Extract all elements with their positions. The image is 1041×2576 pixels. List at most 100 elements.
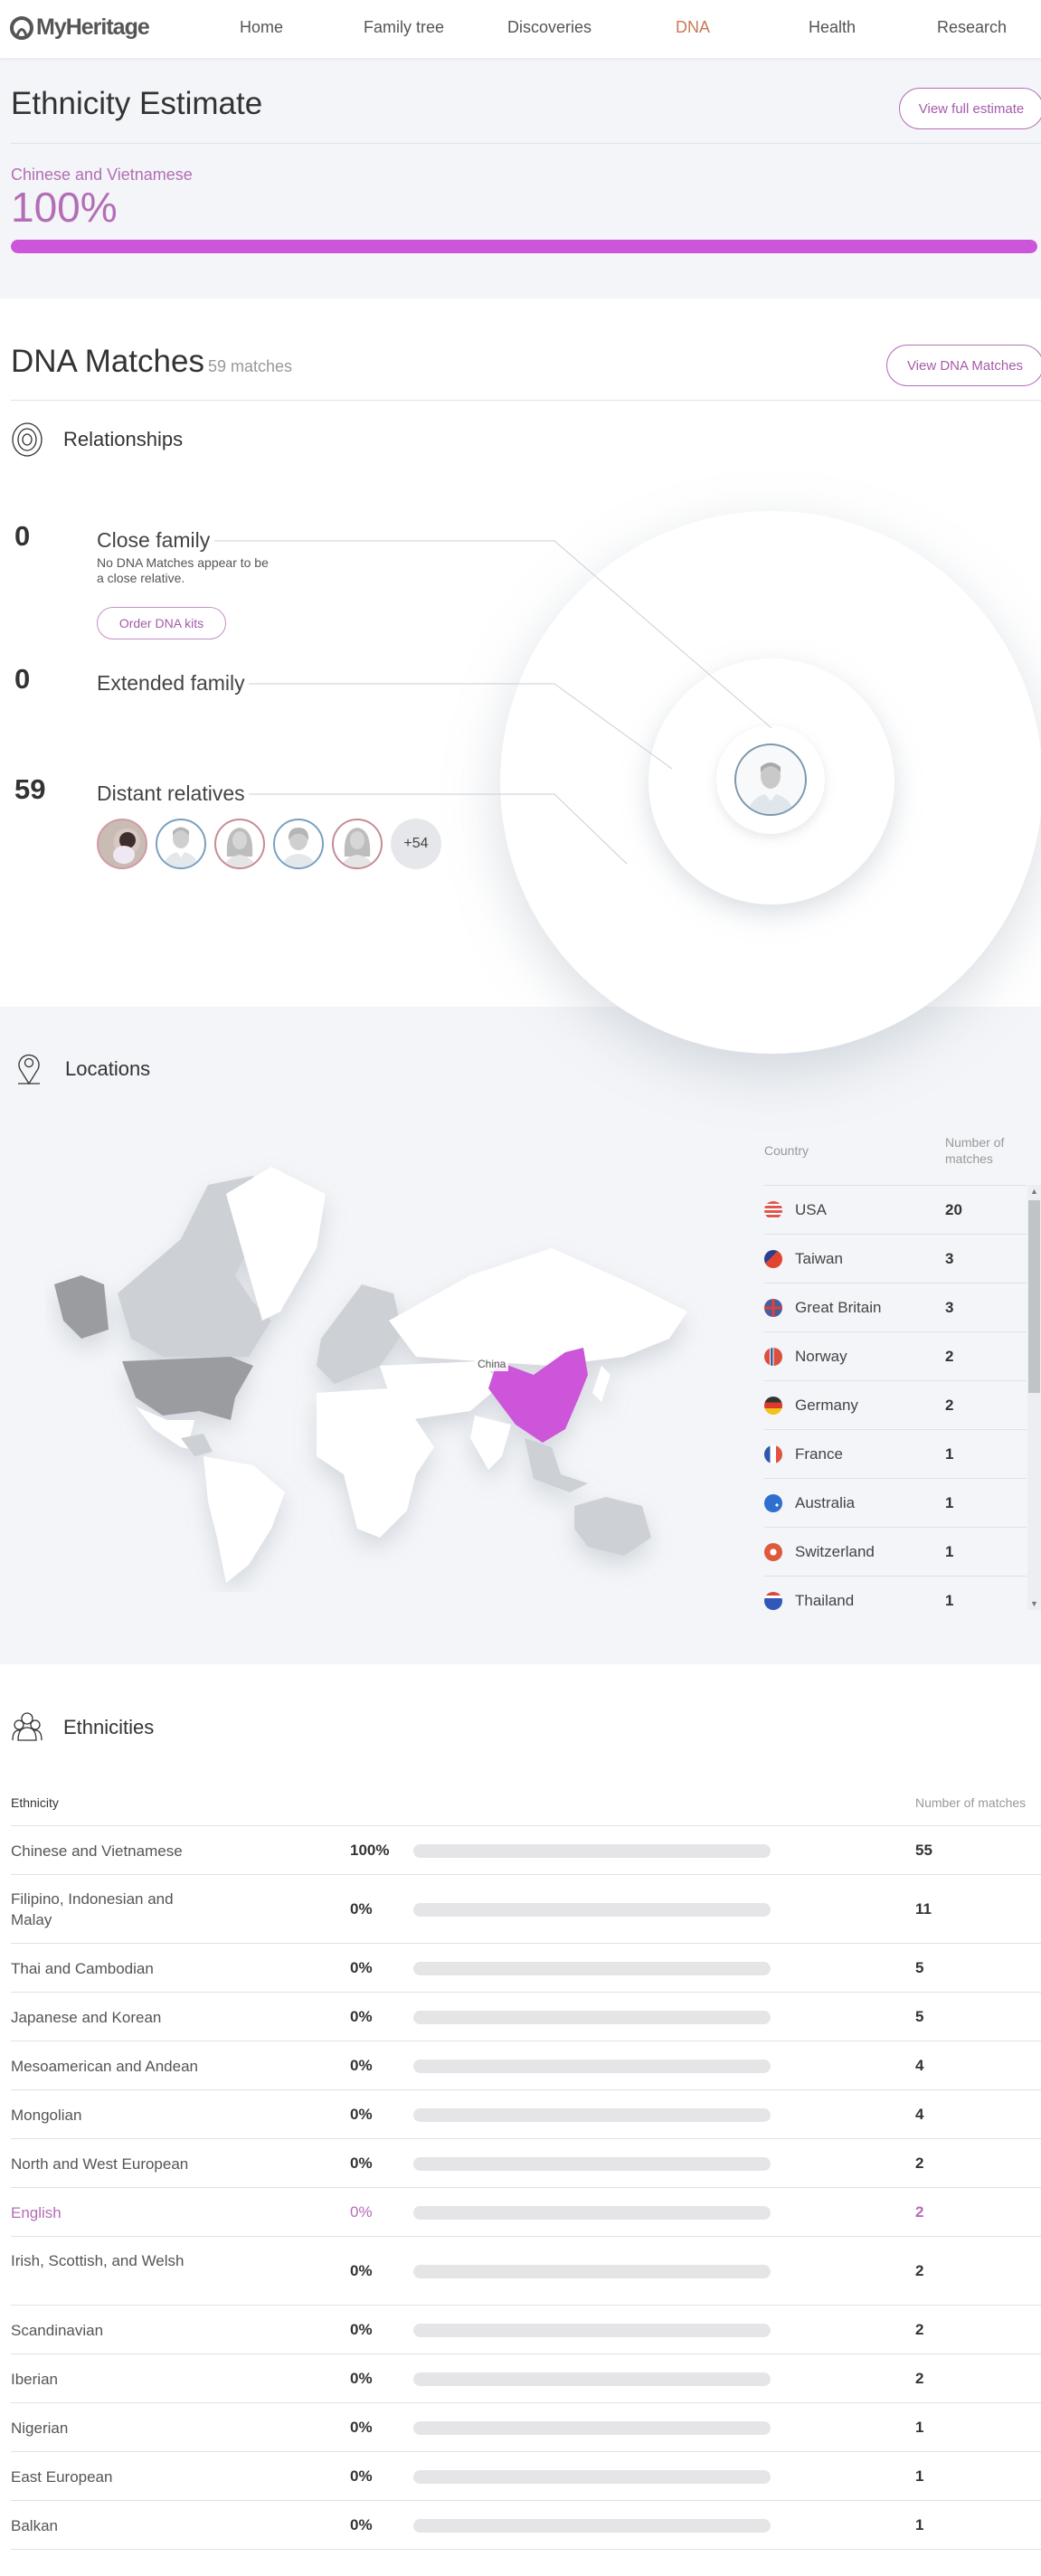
ethnicity-match-count: 4: [915, 2106, 924, 2123]
match-avatar[interactable]: [273, 819, 324, 869]
male-silhouette-icon: [163, 827, 199, 867]
location-count: 3: [945, 1249, 954, 1267]
location-row[interactable]: Norway 2: [764, 1331, 1027, 1380]
location-row[interactable]: Thailand 1: [764, 1576, 1027, 1619]
location-row[interactable]: USA 20: [764, 1185, 1027, 1234]
location-row[interactable]: Australia 1: [764, 1478, 1027, 1527]
dna-matches-title: DNA Matches 59 matches: [11, 344, 292, 380]
location-country: Thailand: [795, 1591, 855, 1609]
australia-flag-icon: [764, 1493, 782, 1512]
ethnicity-name: Filipino, Indonesian and Malay: [11, 1890, 174, 1928]
ethnicity-match-count: 1: [915, 2467, 924, 2485]
distant-relatives-avatars: +54: [97, 819, 441, 869]
ethnicity-percent: 0%: [350, 2467, 373, 2485]
ethnicity-name: Mongolian: [11, 2106, 82, 2124]
ethnicity-row[interactable]: Thai and Cambodian 0% 5: [11, 1943, 1041, 1992]
people-group-icon: [12, 1712, 43, 1741]
ethnicity-match-count: 2: [915, 2155, 924, 2172]
map-tooltip-china: China: [475, 1357, 509, 1371]
ethnicity-percent: 0%: [350, 2516, 373, 2533]
ethnicity-row[interactable]: Irish, Scottish, and Welsh 0% 2: [11, 2236, 1041, 2305]
ethnicity-bar: [413, 2157, 771, 2171]
match-avatar[interactable]: [97, 819, 147, 869]
column-header-ethnicity: Ethnicity: [11, 1795, 59, 1810]
scrollbar-thumb[interactable]: [1028, 1200, 1040, 1393]
ethnicity-row[interactable]: North and West European 0% 2: [11, 2138, 1041, 2187]
nav-discoveries[interactable]: Discoveries: [507, 18, 591, 37]
match-avatar[interactable]: [332, 819, 383, 869]
myheritage-logo[interactable]: MyHeritage: [10, 14, 150, 41]
match-avatar[interactable]: [156, 819, 206, 869]
locations-scrollbar[interactable]: ▲ ▼: [1027, 1185, 1041, 1610]
match-avatar[interactable]: [214, 819, 265, 869]
ethnicity-percent: 100%: [350, 1842, 390, 1859]
location-row[interactable]: Great Britain 3: [764, 1283, 1027, 1331]
nav-research[interactable]: Research: [937, 18, 1007, 37]
ethnicity-percent: 0%: [350, 1959, 373, 1976]
map-region-australia: [574, 1497, 651, 1556]
extended-family-label[interactable]: Extended family: [97, 671, 245, 696]
ethnicity-bar: [413, 2060, 771, 2073]
ethnicity-name: Irish, Scottish, and Welsh: [11, 2252, 185, 2269]
ethnicity-row[interactable]: Chinese and Vietnamese 100% 55: [11, 1825, 1041, 1874]
more-matches-badge[interactable]: +54: [391, 819, 441, 869]
ethnicity-row[interactable]: Balkan 0% 1: [11, 2500, 1041, 2549]
view-full-estimate-button[interactable]: View full estimate: [899, 88, 1041, 129]
taiwan-flag-icon: [764, 1249, 782, 1268]
scroll-up-arrow-icon[interactable]: ▲: [1030, 1187, 1038, 1196]
ethnicity-row[interactable]: Nigerian 0% 1: [11, 2402, 1041, 2451]
ethnicity-row[interactable]: East European 0% 1: [11, 2451, 1041, 2500]
ethnicity-match-count: 2: [915, 2370, 924, 2387]
dna-matches-count: 59 matches: [207, 357, 293, 375]
ethnicity-row[interactable]: Filipino, Indonesian and Malay 0% 11: [11, 1874, 1041, 1943]
divider: [11, 143, 1041, 144]
germany-flag-icon: [764, 1396, 782, 1415]
location-row[interactable]: Switzerland 1: [764, 1527, 1027, 1576]
boy-silhouette-icon: [281, 828, 316, 867]
france-flag-icon: [764, 1444, 782, 1463]
ethnicity-bar: [413, 1962, 771, 1975]
locations-title: Locations: [65, 1057, 151, 1080]
ethnicity-row[interactable]: English 0% 2: [11, 2187, 1041, 2236]
ethnicity-percent: 0%: [350, 2262, 373, 2279]
location-row[interactable]: France 1: [764, 1429, 1027, 1478]
column-header-number-of-matches: Number of matches: [945, 1135, 1005, 1166]
ethnicity-match-count: 2: [915, 2262, 924, 2279]
column-header-number-of-matches: Number of matches: [915, 1795, 1027, 1810]
ethnicity-name: Thai and Cambodian: [11, 1959, 154, 1977]
nav-home[interactable]: Home: [240, 18, 283, 37]
scroll-down-arrow-icon[interactable]: ▼: [1030, 1599, 1038, 1608]
world-map[interactable]: [45, 1149, 733, 1592]
ethnicity-row[interactable]: Japanese and Korean 0% 5: [11, 1992, 1041, 2041]
location-row[interactable]: Taiwan 3: [764, 1234, 1027, 1283]
ethnicity-name: North and West European: [11, 2155, 189, 2173]
distant-relatives-label[interactable]: Distant relatives: [97, 781, 245, 806]
ethnicity-percent: 0%: [350, 2106, 373, 2123]
ethnicity-name: English: [11, 2203, 62, 2221]
ethnicity-row[interactable]: Mesoamerican and Andean 0% 4: [11, 2041, 1041, 2089]
ethnicities-table-body: Chinese and Vietnamese 100% 55 Filipino, In…: [11, 1825, 1041, 2550]
nav-family-tree[interactable]: Family tree: [364, 18, 444, 37]
dna-matches-title-text: DNA Matches: [11, 344, 204, 379]
nav-dna[interactable]: DNA: [676, 18, 710, 37]
nav-health[interactable]: Health: [809, 18, 856, 37]
ethnicity-bar: [413, 2372, 771, 2386]
ethnicity-name: Scandinavian: [11, 2321, 104, 2339]
norway-flag-icon: [764, 1347, 782, 1366]
ethnicity-row[interactable]: Mongolian 0% 4: [11, 2089, 1041, 2138]
close-family-label[interactable]: Close family: [97, 528, 210, 553]
ethnicity-bar: [413, 2324, 771, 2337]
ethnicity-percent: 0%: [350, 2419, 373, 2436]
location-row[interactable]: Germany 2: [764, 1380, 1027, 1429]
self-avatar[interactable]: [734, 743, 807, 816]
close-family-description: No DNA Matches appear to be a close rela…: [97, 555, 269, 585]
ethnicity-row[interactable]: Scandinavian 0% 2: [11, 2305, 1041, 2353]
order-dna-kits-button[interactable]: Order DNA kits: [97, 607, 226, 639]
ethnicity-match-count: 55: [915, 1842, 932, 1859]
location-count: 3: [945, 1298, 954, 1316]
ethnicity-row[interactable]: Iberian 0% 2: [11, 2353, 1041, 2402]
column-header-country: Country: [764, 1143, 809, 1158]
view-dna-matches-button[interactable]: View DNA Matches: [886, 345, 1041, 386]
top-ethnicity-label: Chinese and Vietnamese: [11, 166, 193, 184]
location-country: Switzerland: [795, 1542, 875, 1560]
